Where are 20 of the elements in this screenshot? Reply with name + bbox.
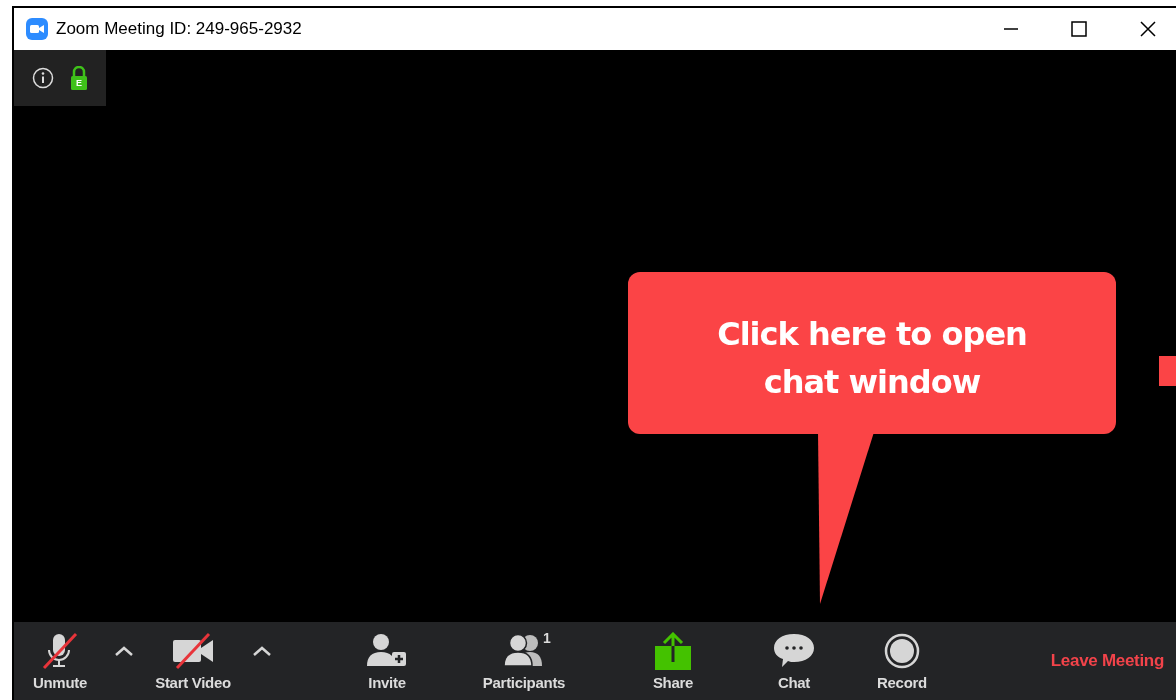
- leave-meeting-button[interactable]: Leave Meeting: [1050, 648, 1164, 674]
- info-icon[interactable]: [32, 67, 54, 89]
- video-camera-logo-icon: [26, 18, 48, 40]
- caret-icon[interactable]: [252, 645, 272, 657]
- caret-icon[interactable]: [114, 645, 134, 657]
- toggle-button[interactable]: Start Video: [142, 627, 244, 695]
- toggle-button[interactable]: Unmute: [14, 627, 106, 695]
- callout-bubble: Click here to open chat window: [628, 272, 1116, 434]
- toolbar-button[interactable]: Participants 1: [469, 627, 579, 695]
- maximize-icon[interactable]: [1071, 21, 1087, 37]
- participant-count: 1: [543, 628, 551, 648]
- toolbar-button[interactable]: Invite: [347, 627, 427, 695]
- toolbar-button[interactable]: Chat: [759, 627, 829, 695]
- video-off-icon: [171, 631, 215, 670]
- callout-marker: [1159, 356, 1176, 386]
- window-title: Zoom Meeting ID: 249-965-2932: [56, 18, 302, 41]
- speech-bubble-icon: [772, 631, 816, 670]
- toolbar-button[interactable]: Share: [638, 627, 708, 695]
- toolbar-button[interactable]: Record: [862, 627, 942, 695]
- close-icon[interactable]: [1140, 21, 1156, 37]
